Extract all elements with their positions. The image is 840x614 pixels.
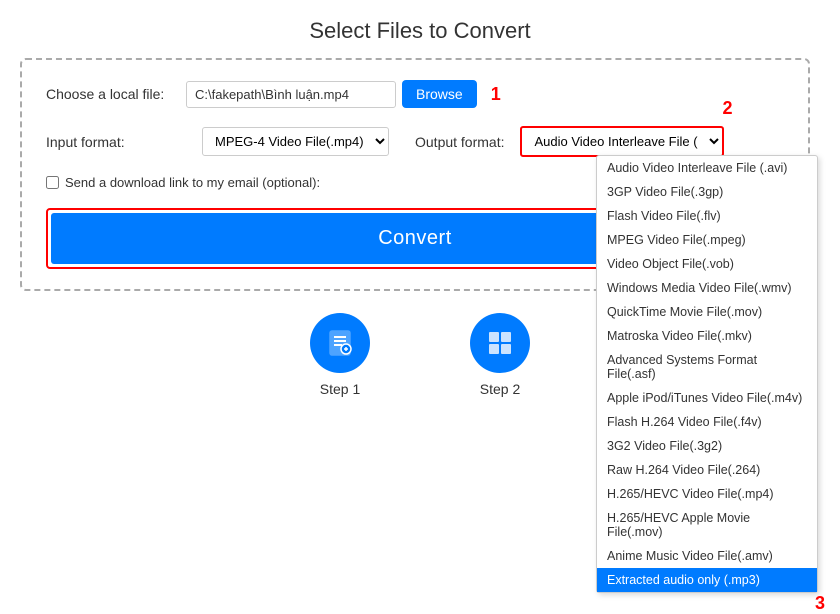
- step2-label: Step 2: [480, 381, 520, 397]
- dropdown-item[interactable]: Windows Media Video File(.wmv): [597, 276, 817, 300]
- input-format-label: Input format:: [46, 134, 186, 150]
- dropdown-item[interactable]: Flash Video File(.flv): [597, 204, 817, 228]
- email-checkbox-label: Send a download link to my email (option…: [65, 175, 320, 190]
- dropdown-item[interactable]: Anime Music Video File(.amv): [597, 544, 817, 568]
- step2-icon: [470, 313, 530, 373]
- dropdown-item[interactable]: Apple iPod/iTunes Video File(.m4v): [597, 386, 817, 410]
- dropdown-item[interactable]: QuickTime Movie File(.mov): [597, 300, 817, 324]
- output-format-select[interactable]: Audio Video Interleave File (: [520, 126, 724, 157]
- step3-badge: 3: [815, 593, 825, 614]
- dropdown-item[interactable]: Raw H.264 Video File(.264): [597, 458, 817, 482]
- local-file-label: Choose a local file:: [46, 86, 186, 102]
- output-format-dropdown: Audio Video Interleave File (.avi)3GP Vi…: [596, 155, 818, 593]
- file-path-input[interactable]: [186, 81, 396, 108]
- output-format-label: Output format:: [415, 134, 504, 150]
- step1-badge: 1: [491, 84, 501, 105]
- step1-icon: [310, 313, 370, 373]
- dropdown-item[interactable]: Flash H.264 Video File(.f4v): [597, 410, 817, 434]
- browse-button[interactable]: Browse: [402, 80, 477, 108]
- format-row: Input format: MPEG-4 Video File(.mp4) Ou…: [46, 126, 784, 157]
- dropdown-item[interactable]: Extracted audio only (.mp3): [597, 568, 817, 592]
- email-checkbox[interactable]: [46, 176, 59, 189]
- step2-item: Step 2: [470, 313, 530, 397]
- dropdown-item[interactable]: H.265/HEVC Video File(.mp4): [597, 482, 817, 506]
- dropdown-item[interactable]: H.265/HEVC Apple Movie File(.mov): [597, 506, 817, 544]
- step1-item: Step 1: [310, 313, 370, 397]
- dropdown-item[interactable]: Advanced Systems Format File(.asf): [597, 348, 817, 386]
- dropdown-item[interactable]: Audio Video Interleave File (.avi): [597, 156, 817, 180]
- dropdown-item[interactable]: 3GP Video File(.3gp): [597, 180, 817, 204]
- file-row: Choose a local file: Browse 1: [46, 80, 784, 108]
- step2-badge: 2: [722, 98, 732, 119]
- dropdown-item[interactable]: Video Object File(.vob): [597, 252, 817, 276]
- file-input-group: Browse 1: [186, 80, 501, 108]
- output-select-wrapper: 2 Audio Video Interleave File (: [520, 126, 724, 157]
- dropdown-item[interactable]: Matroska Video File(.mkv): [597, 324, 817, 348]
- dropdown-item[interactable]: MPEG Video File(.mpeg): [597, 228, 817, 252]
- input-format-select[interactable]: MPEG-4 Video File(.mp4): [202, 127, 389, 156]
- step1-label: Step 1: [320, 381, 360, 397]
- page-title: Select Files to Convert: [0, 0, 840, 58]
- dropdown-item[interactable]: 3G2 Video File(.3g2): [597, 434, 817, 458]
